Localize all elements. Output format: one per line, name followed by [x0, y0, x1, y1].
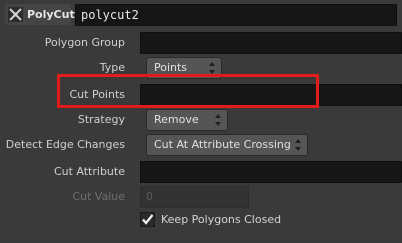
polycut-node-icon [8, 7, 23, 22]
keep-polygons-closed-row[interactable]: Keep Polygons Closed [140, 212, 340, 230]
strategy-menu-value: Remove [154, 113, 199, 126]
node-name-field[interactable]: polycut2 [75, 4, 397, 26]
polygon-group-row: Polygon Group [0, 32, 402, 54]
strategy-row: Strategy Remove [0, 109, 402, 131]
up-down-arrows-icon [295, 139, 301, 151]
cut-value-label: Cut Value [72, 190, 125, 203]
node-type-label: PolyCut [27, 8, 75, 21]
highlight-annotation-box [57, 74, 319, 108]
cut-attribute-row: Cut Attribute [0, 161, 402, 183]
node-type-badge[interactable]: PolyCut [5, 4, 75, 25]
polygon-group-field[interactable] [140, 32, 402, 54]
detect-edge-changes-label: Detect Edge Changes [5, 138, 125, 151]
up-down-arrows-icon [209, 62, 215, 74]
strategy-label: Strategy [77, 113, 125, 126]
cut-value-field: 0 [140, 186, 249, 208]
cut-attribute-field[interactable] [140, 161, 402, 183]
detect-edge-changes-row: Detect Edge Changes Cut At Attribute Cro… [0, 134, 402, 156]
cut-value-row: Cut Value 0 [0, 186, 402, 208]
up-down-arrows-icon [215, 114, 221, 126]
polygon-group-label: Polygon Group [44, 36, 125, 49]
parameter-header: PolyCut polycut2 [0, 0, 402, 30]
detect-edge-changes-menu-value: Cut At Attribute Crossing [154, 138, 291, 151]
detect-edge-changes-menu[interactable]: Cut At Attribute Crossing [146, 134, 308, 156]
keep-polygons-closed-label: Keep Polygons Closed [161, 213, 282, 226]
type-menu-value: Points [154, 61, 188, 74]
strategy-menu[interactable]: Remove [146, 109, 228, 131]
cut-attribute-label: Cut Attribute [53, 165, 125, 178]
type-label: Type [99, 61, 125, 74]
checkbox-checked-icon[interactable] [140, 212, 155, 227]
